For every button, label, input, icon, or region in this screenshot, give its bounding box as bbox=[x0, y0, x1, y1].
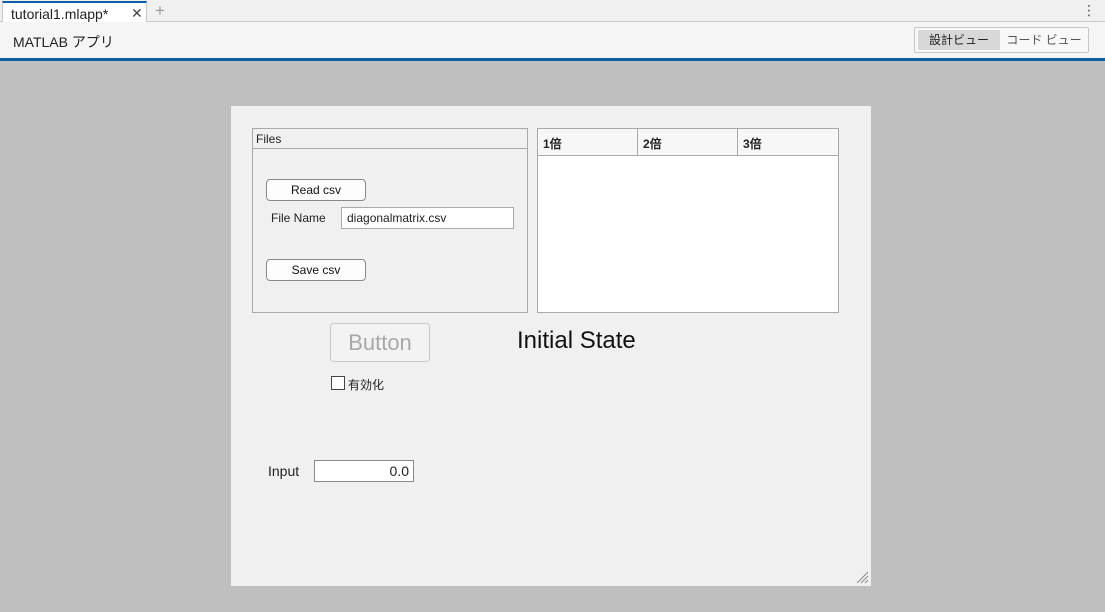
input-label: Input bbox=[268, 463, 300, 479]
close-icon[interactable]: ✕ bbox=[131, 5, 143, 22]
column-header-1x[interactable]: 1倍 bbox=[538, 129, 638, 155]
state-label: Initial State bbox=[517, 327, 636, 354]
design-view-button[interactable]: 設計ビュー bbox=[918, 30, 1000, 50]
tab-tutorial1[interactable]: tutorial1.mlapp* ✕ bbox=[2, 1, 147, 23]
read-csv-button[interactable]: Read csv bbox=[266, 179, 366, 201]
app-header: MATLAB アプリ 設計ビュー コード ビュー bbox=[0, 22, 1105, 58]
files-panel-title-bar: Files bbox=[253, 129, 527, 149]
vertical-ellipsis-icon[interactable]: ⋮ bbox=[1082, 2, 1096, 18]
tab-strip: tutorial1.mlapp* ✕ + ⋮ bbox=[0, 0, 1105, 23]
resize-grip-icon[interactable] bbox=[855, 570, 869, 584]
files-panel: Files Read csv File Name diagonalmatrix.… bbox=[252, 128, 528, 313]
enable-checkbox[interactable] bbox=[331, 376, 345, 390]
enable-checkbox-label: 有効化 bbox=[348, 378, 385, 392]
tab-label: tutorial1.mlapp* bbox=[11, 6, 109, 22]
page-title: MATLAB アプリ bbox=[13, 34, 114, 50]
save-csv-button[interactable]: Save csv bbox=[266, 259, 366, 281]
table-header: 1倍 2倍 3倍 bbox=[538, 129, 838, 156]
file-name-label: File Name bbox=[271, 211, 326, 225]
input-field[interactable]: 0.0 bbox=[314, 460, 414, 482]
plus-icon[interactable]: + bbox=[155, 1, 165, 21]
files-panel-title: Files bbox=[256, 132, 282, 146]
disabled-button[interactable]: Button bbox=[330, 323, 430, 362]
column-header-3x[interactable]: 3倍 bbox=[738, 129, 838, 155]
header-divider bbox=[0, 58, 1105, 61]
app-canvas: Files Read csv File Name diagonalmatrix.… bbox=[231, 106, 871, 586]
code-view-button[interactable]: コード ビュー bbox=[1003, 30, 1085, 50]
column-header-2x[interactable]: 2倍 bbox=[638, 129, 738, 155]
data-table[interactable]: 1倍 2倍 3倍 bbox=[537, 128, 839, 313]
file-name-field[interactable]: diagonalmatrix.csv bbox=[341, 207, 514, 229]
view-toggle: 設計ビュー コード ビュー bbox=[914, 27, 1089, 53]
